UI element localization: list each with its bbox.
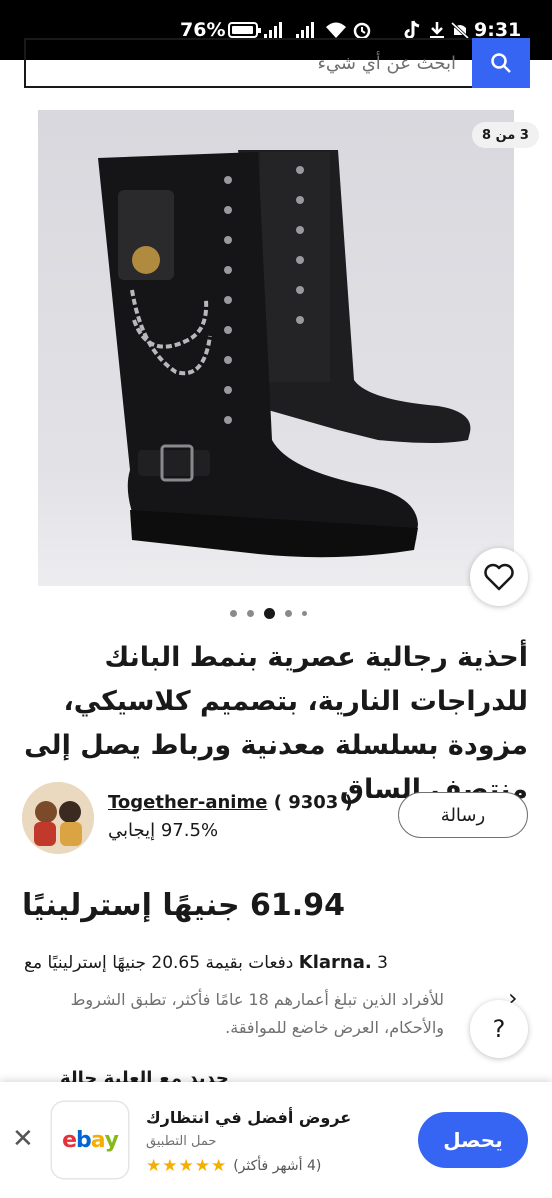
heart-icon (484, 563, 514, 591)
klarna-note: للأفراد الذين تبلغ أعمارهم 18 عامًا فأكث… (70, 990, 444, 1037)
image-counter: 3 من 8 (472, 122, 539, 148)
get-app-button[interactable]: يحصل (418, 1112, 528, 1168)
rating-text: (4 أشهر فأكثر) (233, 1158, 322, 1174)
star-icons: ★★★★★ (146, 1156, 228, 1176)
carousel-dot[interactable] (230, 610, 237, 617)
boots-illustration (38, 110, 514, 586)
carousel-dot-active[interactable] (264, 608, 275, 619)
search-bar: ابحث عن أي شيء (0, 38, 552, 108)
seller-avatar[interactable] (22, 782, 94, 854)
klarna-logo: Klarna. (298, 952, 372, 973)
carousel-dot[interactable] (302, 611, 307, 616)
seller-name-row[interactable]: Together-anime ( 9303 ) (108, 792, 353, 813)
watchlist-button[interactable] (470, 548, 528, 606)
close-icon[interactable]: ✕ (12, 1124, 34, 1154)
banner-rating: (4 أشهر فأكثر) ★★★★★ (146, 1156, 321, 1176)
search-button[interactable] (472, 38, 530, 88)
klarna-offer[interactable]: Klarna. 3 دفعات بقيمة 20.65 جنيهًا إسترل… (24, 952, 388, 973)
carousel-dots[interactable] (230, 608, 307, 619)
search-icon (491, 53, 511, 73)
app-install-banner: ✕ ebay عروض أفضل في انتظارك حمل التطبيق … (0, 1082, 552, 1198)
question-icon: ? (492, 1015, 506, 1043)
banner-subtitle: حمل التطبيق (146, 1134, 217, 1149)
seller-feedback-count: ( 9303 ) (273, 792, 353, 813)
banner-title: عروض أفضل في انتظارك (146, 1108, 352, 1127)
search-placeholder: ابحث عن أي شيء (317, 52, 456, 74)
search-input[interactable]: ابحث عن أي شيء (24, 38, 474, 88)
product-title: أحذية رجالية عصرية بنمط البانك للدراجات … (24, 642, 528, 805)
carousel-dot[interactable] (285, 610, 292, 617)
price: 61.94 جنيهًا إسترلينيًا (22, 888, 345, 923)
product-image[interactable] (38, 110, 514, 586)
message-button[interactable]: رسالة (398, 792, 528, 838)
help-button[interactable]: ? (470, 1000, 528, 1058)
carousel-dot[interactable] (247, 610, 254, 617)
seller-feedback: 97.5% إيجابي (108, 820, 219, 841)
seller-name[interactable]: Together-anime (108, 792, 267, 813)
ebay-logo: ebay (52, 1102, 128, 1178)
